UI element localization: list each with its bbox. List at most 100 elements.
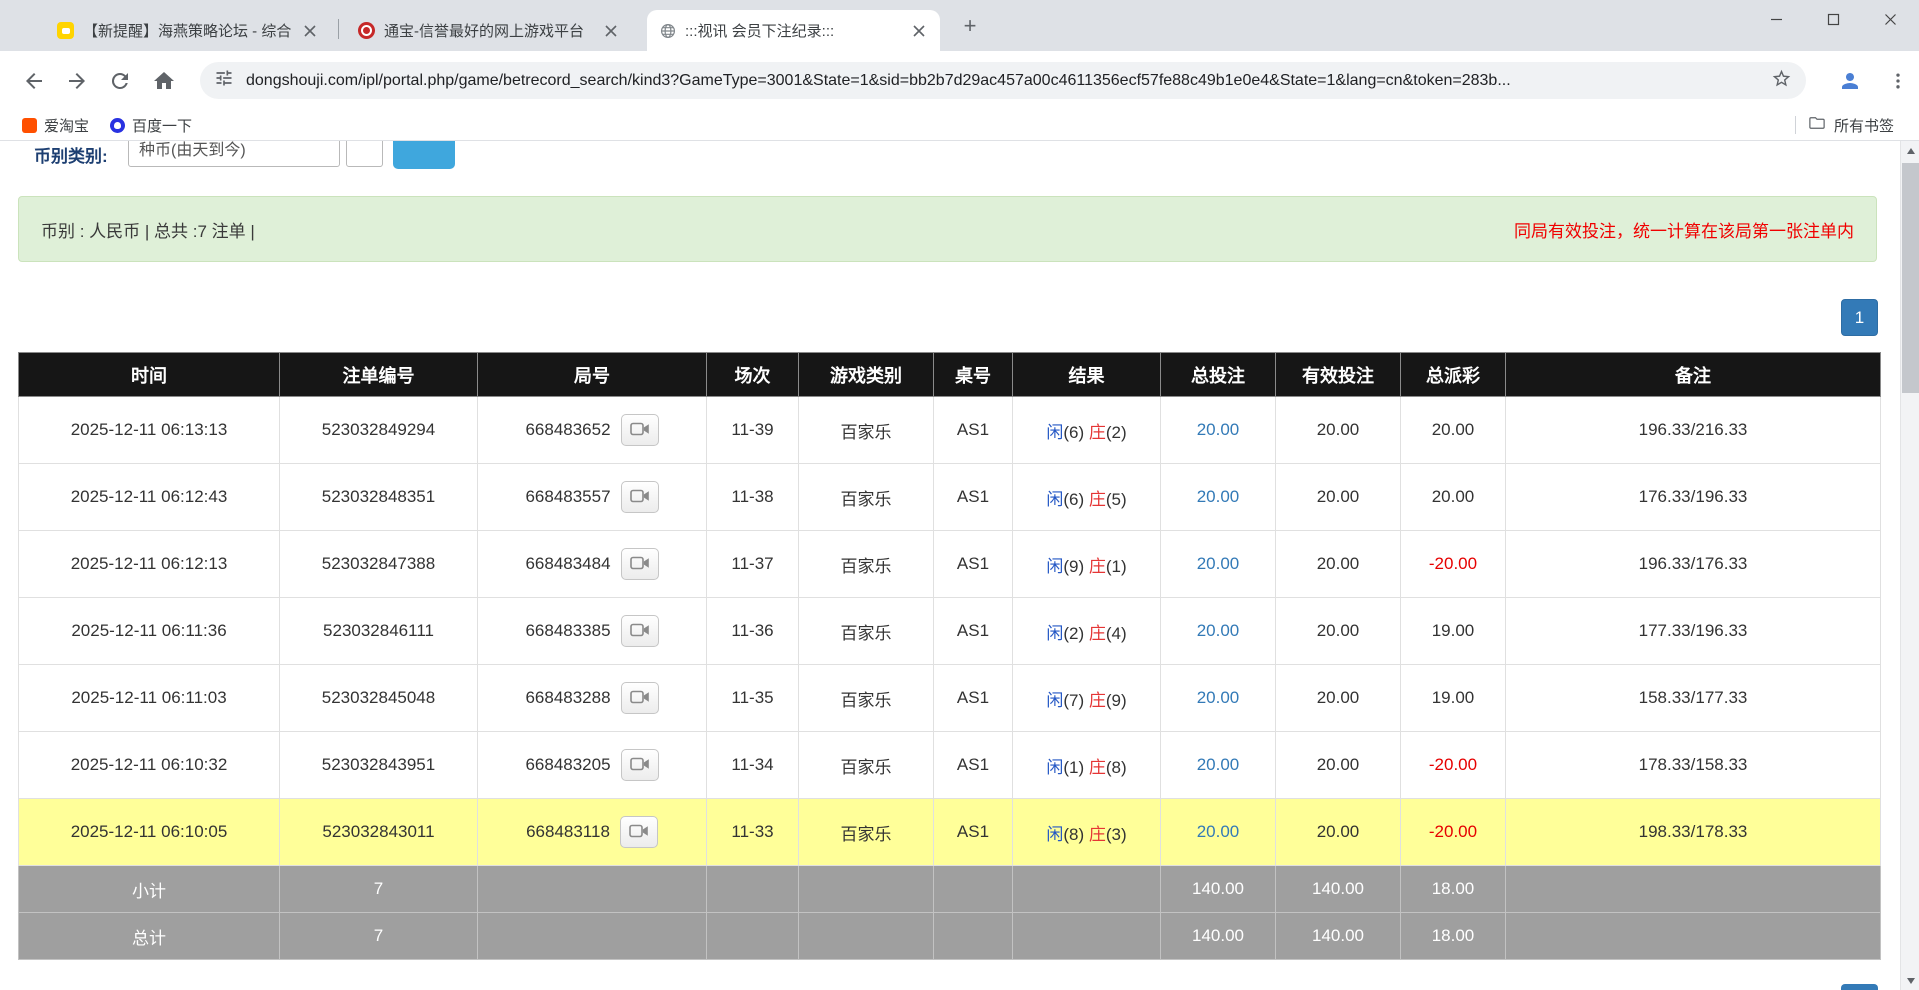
video-replay-button[interactable] — [621, 548, 659, 580]
column-header: 结果 — [1013, 353, 1161, 397]
cell-result: 闲(6) 庄(2) — [1013, 397, 1161, 464]
browser-menu-icon[interactable] — [1884, 67, 1911, 94]
table-row: 2025-12-11 06:12:13523032847388668483484… — [19, 531, 1881, 598]
cell-bet-number: 523032843011 — [280, 799, 478, 866]
url-bar[interactable]: dongshouji.com/ipl/portal.php/game/betre… — [200, 62, 1806, 99]
forum-favicon-icon — [57, 22, 74, 39]
reload-button[interactable] — [106, 67, 133, 94]
cell-session: 11-35 — [707, 665, 799, 732]
profile-avatar-icon[interactable] — [1836, 67, 1863, 94]
cell-table-number: AS1 — [934, 464, 1013, 531]
bookmark-baidu[interactable]: 百度一下 — [110, 110, 192, 140]
cell-valid-bet: 20.00 — [1276, 464, 1401, 531]
summary-cell — [707, 866, 799, 913]
search-button[interactable] — [393, 141, 455, 169]
cell-note: 158.33/177.33 — [1506, 665, 1881, 732]
forward-button[interactable] — [63, 67, 90, 94]
round-number: 668483484 — [525, 554, 610, 574]
table-row: 2025-12-11 06:11:36523032846111668483385… — [19, 598, 1881, 665]
tongbao-favicon-icon — [358, 22, 375, 39]
pagination-bottom-partial[interactable] — [1841, 984, 1878, 990]
cell-result: 闲(7) 庄(9) — [1013, 665, 1161, 732]
total-bet-link[interactable]: 20.00 — [1197, 420, 1240, 439]
result-player: 闲 — [1046, 825, 1063, 844]
cell-valid-bet: 20.00 — [1276, 732, 1401, 799]
tab-close-icon[interactable] — [602, 22, 620, 40]
pagination-page-1[interactable]: 1 — [1841, 299, 1878, 336]
total-bet-link[interactable]: 20.00 — [1197, 621, 1240, 640]
round-number: 668483652 — [525, 420, 610, 440]
filter-label: 币别类别: — [34, 142, 108, 167]
result-player: 闲 — [1046, 423, 1063, 442]
cell-payout: -20.00 — [1401, 732, 1506, 799]
cell-bet-number: 523032843951 — [280, 732, 478, 799]
cell-table-number: AS1 — [934, 598, 1013, 665]
summary-cell — [934, 866, 1013, 913]
result-player: 闲 — [1046, 758, 1063, 777]
scroll-down-icon[interactable] — [1901, 971, 1919, 990]
cell-table-number: AS1 — [934, 799, 1013, 866]
tab-forum[interactable]: 【新提醒】海燕策略论坛 - 综合 — [45, 10, 331, 51]
video-replay-button[interactable] — [621, 414, 659, 446]
cell-bet-number: 523032849294 — [280, 397, 478, 464]
result-banker: 庄 — [1089, 624, 1106, 643]
home-button[interactable] — [150, 67, 177, 94]
window-close-button[interactable] — [1862, 0, 1919, 39]
column-header: 注单编号 — [280, 353, 478, 397]
back-button[interactable] — [20, 67, 47, 94]
cell-table-number: AS1 — [934, 665, 1013, 732]
cell-valid-bet: 20.00 — [1276, 598, 1401, 665]
browser-toolbar: dongshouji.com/ipl/portal.php/game/betre… — [0, 51, 1919, 110]
tab-bet-record-active[interactable]: :::视讯 会员下注纪录::: — [647, 10, 940, 51]
cell-note: 198.33/178.33 — [1506, 799, 1881, 866]
video-replay-button[interactable] — [621, 749, 659, 781]
folder-icon — [1808, 114, 1826, 136]
column-header: 总投注 — [1161, 353, 1276, 397]
cell-valid-bet: 20.00 — [1276, 397, 1401, 464]
cell-note: 196.33/176.33 — [1506, 531, 1881, 598]
scroll-up-icon[interactable] — [1901, 141, 1919, 160]
scrollbar-thumb[interactable] — [1902, 163, 1919, 393]
total-bet-link[interactable]: 20.00 — [1197, 688, 1240, 707]
filter-select[interactable] — [346, 141, 383, 167]
tab-tongbao[interactable]: 通宝-信誉最好的网上游戏平台 — [346, 10, 632, 51]
tab-close-icon[interactable] — [301, 22, 319, 40]
cell-session: 11-34 — [707, 732, 799, 799]
video-replay-button[interactable] — [621, 615, 659, 647]
cell-round-number: 668483484 — [478, 531, 707, 598]
total-bet-link[interactable]: 20.00 — [1197, 554, 1240, 573]
tab-close-icon[interactable] — [910, 22, 928, 40]
window-maximize-button[interactable] — [1805, 0, 1862, 39]
total-bet-link[interactable]: 20.00 — [1197, 755, 1240, 774]
column-header: 游戏类别 — [799, 353, 934, 397]
summary-cell: 18.00 — [1401, 913, 1506, 960]
cell-time: 2025-12-11 06:12:43 — [19, 464, 280, 531]
cell-valid-bet: 20.00 — [1276, 799, 1401, 866]
cell-game-type: 百家乐 — [799, 397, 934, 464]
bookmark-taobao[interactable]: 爱淘宝 — [22, 110, 89, 140]
cell-note: 196.33/216.33 — [1506, 397, 1881, 464]
total-bet-link[interactable]: 20.00 — [1197, 822, 1240, 841]
video-replay-button[interactable] — [621, 481, 659, 513]
bookmark-star-icon[interactable] — [1771, 68, 1792, 94]
cell-note: 177.33/196.33 — [1506, 598, 1881, 665]
summary-cell — [707, 913, 799, 960]
vertical-scrollbar[interactable] — [1900, 141, 1919, 990]
column-header: 备注 — [1506, 353, 1881, 397]
window-minimize-button[interactable] — [1748, 0, 1805, 39]
summary-cell — [799, 866, 934, 913]
all-bookmarks-button[interactable]: 所有书签 — [1795, 110, 1894, 140]
round-number: 668483385 — [525, 621, 610, 641]
filter-input[interactable] — [128, 141, 340, 167]
video-replay-button[interactable] — [621, 682, 659, 714]
globe-icon — [659, 22, 676, 39]
site-info-icon[interactable] — [214, 68, 234, 93]
video-replay-button[interactable] — [620, 816, 658, 848]
total-bet-link[interactable]: 20.00 — [1197, 487, 1240, 506]
round-number: 668483557 — [525, 487, 610, 507]
cell-total-bet: 20.00 — [1161, 799, 1276, 866]
bet-record-table: 时间注单编号局号场次游戏类别桌号结果总投注有效投注总派彩备注 2025-12-1… — [18, 352, 1881, 960]
new-tab-button[interactable]: + — [956, 12, 984, 40]
summary-note: 同局有效投注，统一计算在该局第一张注单内 — [1514, 217, 1854, 242]
result-banker: 庄 — [1089, 758, 1106, 777]
